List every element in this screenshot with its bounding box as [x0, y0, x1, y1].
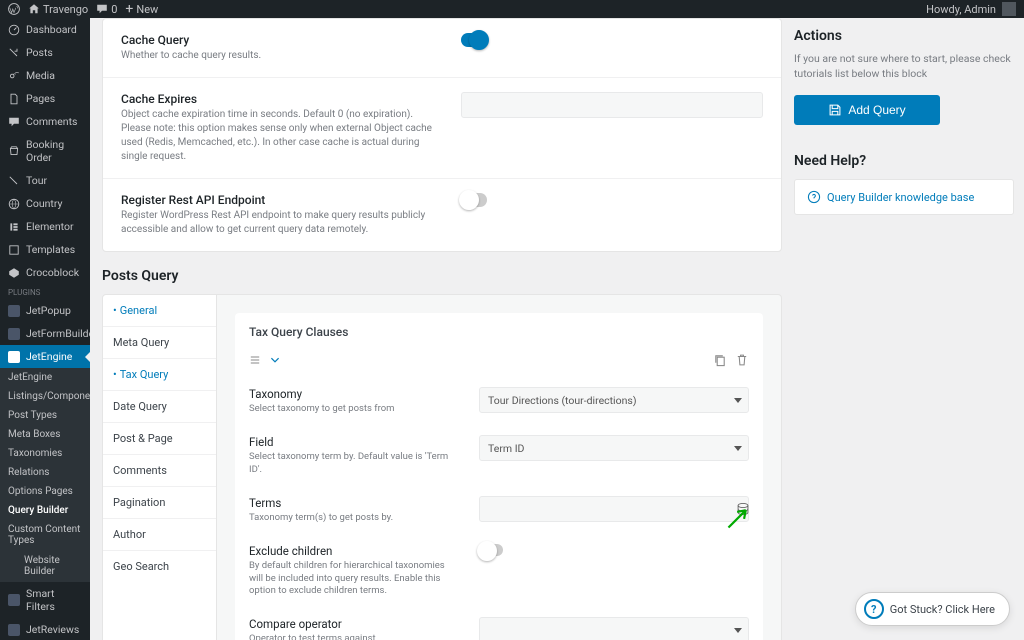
- field-label: Field: [249, 435, 459, 449]
- cache-expires-label: Cache Expires: [121, 92, 441, 106]
- kb-link[interactable]: Query Builder knowledge base: [794, 179, 1014, 215]
- sidebar-smartfilters[interactable]: Smart Filters: [0, 582, 90, 618]
- nav-author[interactable]: Author: [103, 519, 216, 551]
- cache-query-label: Cache Query: [121, 33, 441, 47]
- taxonomy-desc: Select taxonomy to get posts from: [249, 403, 459, 415]
- sidebar-pages[interactable]: Pages: [0, 87, 90, 110]
- help-icon: [807, 190, 821, 204]
- save-icon: [828, 103, 842, 117]
- sidebar-media[interactable]: Media: [0, 64, 90, 87]
- terms-desc: Taxonomy term(s) to get posts by.: [249, 512, 459, 524]
- new-content[interactable]: +New: [125, 1, 158, 17]
- cache-expires-desc: Object cache expiration time in seconds.…: [121, 108, 441, 164]
- comments-count[interactable]: 0: [96, 3, 117, 16]
- sub-website[interactable]: Website Builder: [0, 550, 90, 582]
- exclude-label: Exclude children: [249, 544, 459, 558]
- chevron-down-icon: [734, 446, 742, 451]
- add-query-button[interactable]: Add Query: [794, 95, 940, 125]
- nav-general[interactable]: •General: [103, 295, 216, 327]
- chevron-down-icon: [734, 628, 742, 633]
- sub-querybuilder[interactable]: Query Builder: [0, 501, 90, 520]
- user-greeting[interactable]: Howdy, Admin: [926, 2, 1016, 16]
- cache-expires-input[interactable]: [461, 92, 763, 118]
- sub-cct[interactable]: Custom Content Types: [0, 520, 90, 550]
- sidebar-jetformbuilder[interactable]: JetFormBuilder: [0, 322, 90, 345]
- question-icon: ?: [864, 599, 884, 619]
- field-select[interactable]: Term ID: [479, 435, 749, 461]
- compare-select[interactable]: [479, 617, 749, 640]
- admin-sidebar: Dashboard Posts Media Pages Comments Boo…: [0, 18, 90, 640]
- exclude-desc: By default children for hierarchical tax…: [249, 560, 459, 597]
- wp-logo[interactable]: [8, 3, 20, 15]
- nav-postpage[interactable]: Post & Page: [103, 423, 216, 455]
- compare-label: Compare operator: [249, 617, 459, 631]
- nav-pagination[interactable]: Pagination: [103, 487, 216, 519]
- sidebar-section-plugins: Plugins: [0, 284, 90, 299]
- nav-meta[interactable]: Meta Query: [103, 327, 216, 359]
- admin-bar: Travengo 0 +New Howdy, Admin: [0, 0, 1024, 18]
- nav-date[interactable]: Date Query: [103, 391, 216, 423]
- sub-relations[interactable]: Relations: [0, 463, 90, 482]
- exclude-toggle[interactable]: [479, 544, 503, 556]
- sub-listings[interactable]: Listings/Components: [0, 387, 90, 406]
- terms-label: Terms: [249, 496, 459, 510]
- chevron-down-icon[interactable]: [269, 354, 281, 366]
- sub-optionspages[interactable]: Options Pages: [0, 482, 90, 501]
- rest-api-label: Register Rest API Endpoint: [121, 193, 441, 207]
- compare-desc: Operator to test terms against.: [249, 633, 459, 640]
- chevron-down-icon: [734, 398, 742, 403]
- actions-desc: If you are not sure where to start, plea…: [794, 52, 1014, 81]
- field-desc: Select taxonomy term by. Default value i…: [249, 451, 459, 476]
- sidebar-dashboard[interactable]: Dashboard: [0, 18, 90, 41]
- sidebar-booking[interactable]: Booking Order: [0, 133, 90, 169]
- arrow-annotation: [725, 505, 751, 531]
- sub-metaboxes[interactable]: Meta Boxes: [0, 425, 90, 444]
- posts-query-nav: •General Meta Query •Tax Query Date Quer…: [102, 294, 217, 640]
- nav-tax[interactable]: •Tax Query: [103, 359, 216, 391]
- setting-cache-expires: Cache Expires Object cache expiration ti…: [103, 77, 781, 178]
- sidebar-crocoblock[interactable]: Crocoblock: [0, 261, 90, 284]
- sidebar-templates[interactable]: Templates: [0, 238, 90, 261]
- sidebar-jetreviews[interactable]: JetReviews: [0, 618, 90, 640]
- setting-cache-query: Cache Query Whether to cache query resul…: [103, 19, 781, 77]
- sidebar-jetpopup[interactable]: JetPopup: [0, 299, 90, 322]
- sidebar-jetengine[interactable]: JetEngine: [0, 345, 90, 368]
- drag-handle-icon[interactable]: [249, 354, 261, 366]
- setting-rest-api: Register Rest API Endpoint Register Word…: [103, 178, 781, 251]
- avatar: [1002, 2, 1016, 16]
- sidebar-tour[interactable]: Tour: [0, 169, 90, 192]
- sidebar-country[interactable]: Country: [0, 192, 90, 215]
- copy-icon[interactable]: [713, 353, 727, 367]
- sidebar-comments[interactable]: Comments: [0, 110, 90, 133]
- taxonomy-select[interactable]: Tour Directions (tour-directions): [479, 387, 749, 413]
- site-link[interactable]: Travengo: [28, 3, 88, 16]
- help-floating-button[interactable]: ? Got Stuck? Click Here: [855, 592, 1010, 626]
- sub-jetengine[interactable]: JetEngine: [0, 368, 90, 387]
- sidebar-posts[interactable]: Posts: [0, 41, 90, 64]
- sidebar-elementor[interactable]: Elementor: [0, 215, 90, 238]
- nav-geo[interactable]: Geo Search: [103, 551, 216, 582]
- sub-posttypes[interactable]: Post Types: [0, 406, 90, 425]
- actions-title: Actions: [794, 28, 1014, 44]
- trash-icon[interactable]: [735, 353, 749, 367]
- cache-query-toggle[interactable]: [461, 33, 487, 47]
- terms-input[interactable]: [479, 496, 749, 522]
- help-title: Need Help?: [794, 153, 1014, 169]
- rest-api-toggle[interactable]: [461, 193, 487, 207]
- taxonomy-label: Taxonomy: [249, 387, 459, 401]
- clause-title: Tax Query Clauses: [235, 313, 763, 347]
- rest-api-desc: Register WordPress Rest API endpoint to …: [121, 209, 441, 237]
- sub-taxonomies[interactable]: Taxonomies: [0, 444, 90, 463]
- nav-comments[interactable]: Comments: [103, 455, 216, 487]
- cache-query-desc: Whether to cache query results.: [121, 49, 441, 63]
- posts-query-title: Posts Query: [102, 268, 782, 284]
